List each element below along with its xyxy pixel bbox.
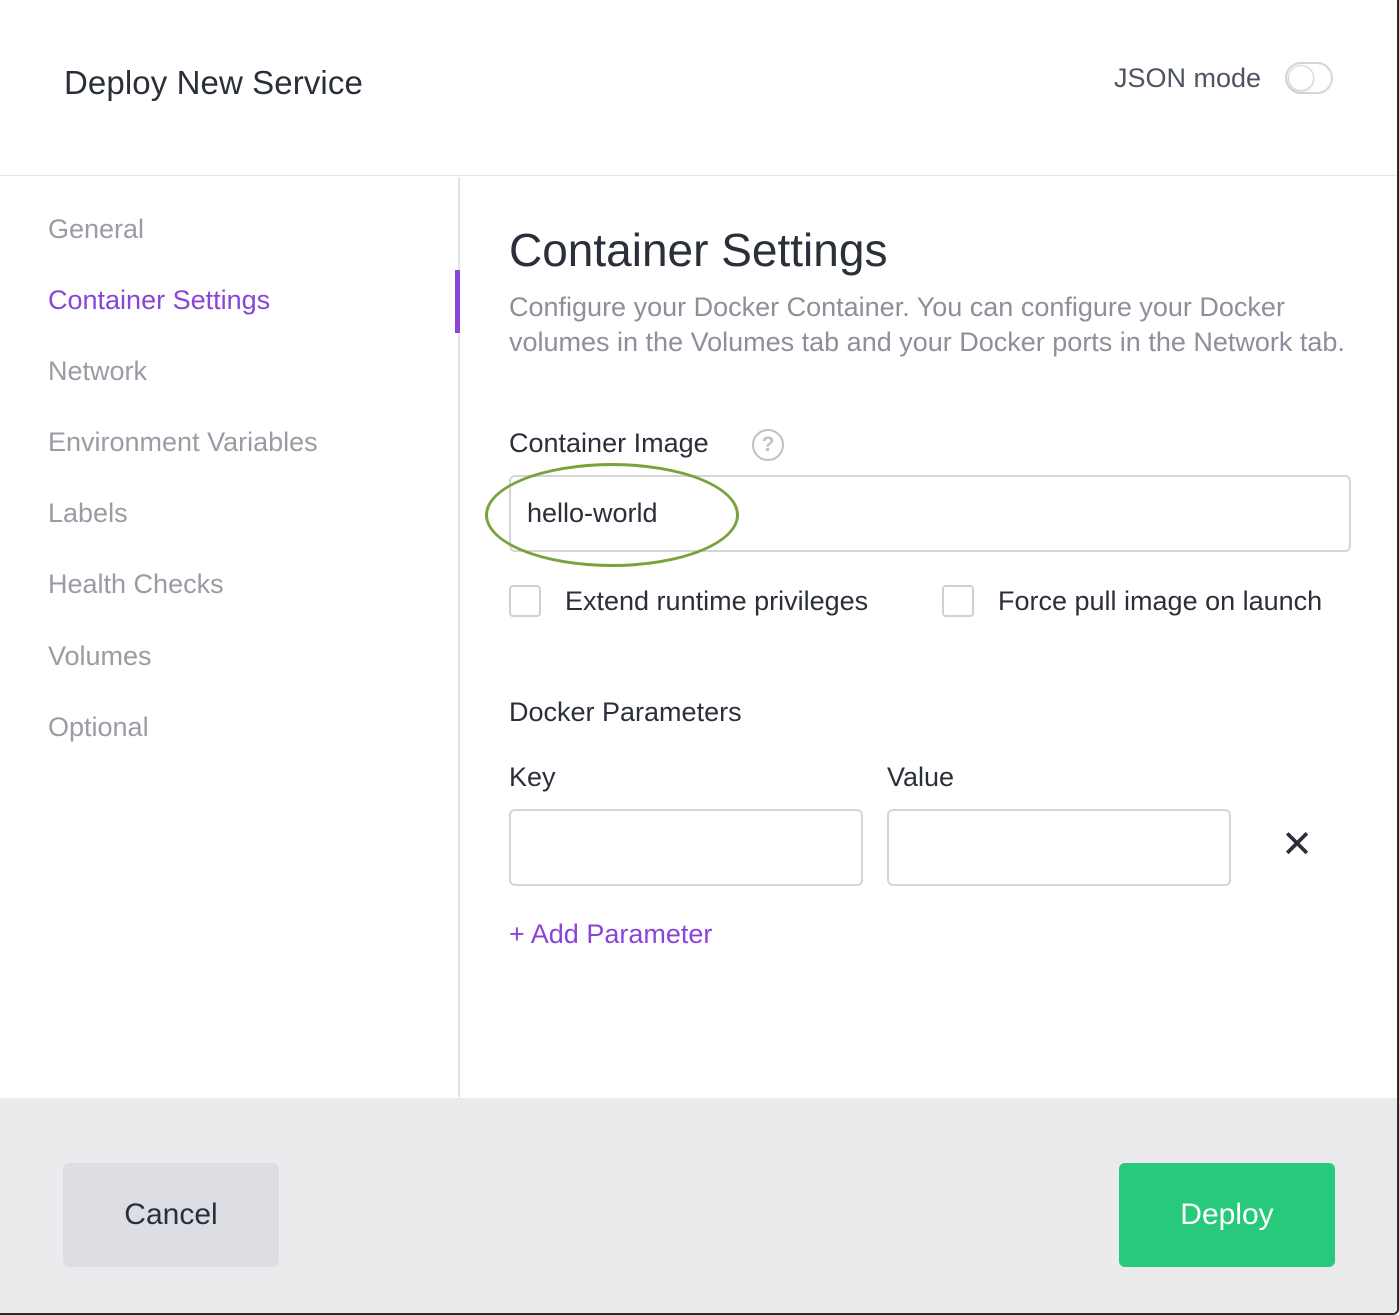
container-image-input[interactable] (509, 475, 1351, 552)
modal-title: Deploy New Service (64, 64, 363, 101)
sidebar-item-health-checks[interactable]: Health Checks (48, 569, 224, 600)
section-description: Configure your Docker Container. You can… (509, 292, 1345, 357)
modal-header: Deploy New Service JSON mode (0, 0, 1397, 176)
toggle-knob (1288, 65, 1314, 91)
sidebar-item-environment-variables[interactable]: Environment Variables (48, 427, 318, 458)
json-mode-label: JSON mode (1113, 62, 1261, 93)
container-image-label: Container Image (509, 428, 709, 458)
deploy-service-modal: Deploy New Service JSON mode General Con… (0, 0, 1399, 1315)
json-mode-control: JSON mode (1114, 62, 1333, 94)
help-icon[interactable]: ? (752, 429, 784, 461)
add-parameter-link[interactable]: + Add Parameter (509, 919, 712, 950)
sidebar-item-general[interactable]: General (48, 214, 144, 245)
active-indicator (455, 270, 460, 333)
sidebar-item-network[interactable]: Network (48, 356, 147, 387)
cancel-button[interactable]: Cancel (63, 1163, 279, 1267)
force-pull-checkbox[interactable] (942, 585, 974, 617)
modal-footer: Cancel Deploy (0, 1098, 1397, 1313)
remove-parameter-icon[interactable]: ✕ (1279, 826, 1315, 864)
parameter-key-input[interactable] (509, 809, 863, 886)
force-pull-label[interactable]: Force pull image on launch (998, 586, 1322, 617)
extend-runtime-label[interactable]: Extend runtime privileges (565, 586, 868, 617)
key-label: Key (509, 762, 556, 792)
sidebar-nav: General Container Settings Network Envir… (0, 177, 460, 1097)
main-content: Container Settings Configure your Docker… (461, 177, 1397, 1097)
json-mode-toggle[interactable] (1285, 62, 1333, 94)
section-title: Container Settings (509, 224, 888, 276)
sidebar-item-optional[interactable]: Optional (48, 712, 149, 743)
sidebar-item-container-settings[interactable]: Container Settings (48, 285, 270, 316)
extend-runtime-row: Extend runtime privileges (509, 585, 868, 617)
sidebar-item-volumes[interactable]: Volumes (48, 641, 152, 672)
docker-parameters-title: Docker Parameters (509, 697, 742, 727)
parameter-value-input[interactable] (887, 809, 1231, 886)
value-label: Value (887, 762, 955, 792)
extend-runtime-checkbox[interactable] (509, 585, 541, 617)
force-pull-row: Force pull image on launch (942, 585, 1322, 617)
sidebar-item-labels[interactable]: Labels (48, 498, 128, 529)
deploy-button[interactable]: Deploy (1119, 1163, 1335, 1267)
